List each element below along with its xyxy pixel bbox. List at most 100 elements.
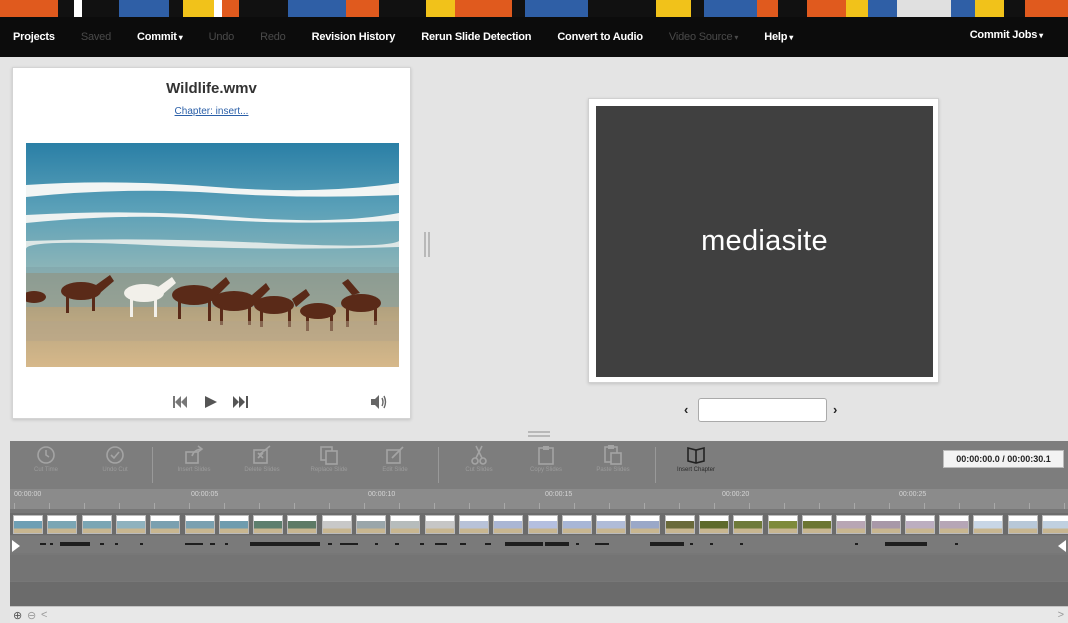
slide-thumbnail[interactable] <box>458 515 489 534</box>
ruler-tick <box>294 503 295 509</box>
stripe-segment <box>807 0 847 17</box>
caret-down-icon: ▾ <box>178 33 183 42</box>
video-title: Wildlife.wmv <box>166 80 257 97</box>
delete-slides-button[interactable]: Delete Slides <box>234 444 290 474</box>
menu-revision-history[interactable]: Revision History <box>299 31 409 43</box>
slide-thumbnail[interactable] <box>767 515 798 534</box>
cut-slides-button[interactable]: Cut Slides <box>451 444 507 474</box>
cut-time-button[interactable]: Cut Time <box>18 444 74 474</box>
undo-cut-button[interactable]: Undo Cut <box>87 444 143 474</box>
play-icon[interactable] <box>202 393 220 411</box>
edit-slide-button[interactable]: Edit Slide <box>367 444 423 474</box>
volume-icon[interactable] <box>369 393 389 411</box>
slide-text: mediasite <box>701 225 828 257</box>
timeline-scrollbar[interactable]: ⊕ ⊖ < > <box>10 606 1068 623</box>
slide-thumbnail[interactable] <box>904 515 935 534</box>
slide-thumbnail[interactable] <box>870 515 901 534</box>
stripe-segment <box>221 0 240 17</box>
slide-thumbnail[interactable] <box>150 515 181 534</box>
slide-thumbnail[interactable] <box>973 515 1004 534</box>
slide-thumbnail[interactable] <box>184 515 215 534</box>
slide-thumbnail[interactable] <box>287 515 318 534</box>
ruler-tick-label: 00:00:10 <box>368 491 396 498</box>
slide-thumbnail[interactable] <box>1007 515 1038 534</box>
timeline-ruler[interactable]: 00:00:00 00:00:05 00:00:10 00:00:15 00:00:20… <box>10 489 1068 509</box>
next-slide-button[interactable]: › <box>833 402 837 417</box>
slide-thumbnail[interactable] <box>356 515 386 534</box>
insert-slides-button[interactable]: Insert Slides <box>166 444 222 474</box>
menu-commit[interactable]: Commit ▾ <box>124 31 196 43</box>
panel-splitter-vertical[interactable] <box>424 232 430 257</box>
copy-slides-button[interactable]: Copy Slides <box>518 444 574 474</box>
ruler-tick <box>539 503 540 509</box>
zoom-in-icon[interactable]: ⊕ <box>13 609 22 622</box>
slide-thumbnail[interactable] <box>390 515 421 534</box>
toolbar-separator <box>438 447 439 483</box>
caret-down-icon: ▾ <box>789 33 794 42</box>
menu-help[interactable]: Help ▾ <box>751 31 806 43</box>
slide-thumbnail[interactable] <box>424 515 455 534</box>
timeline-track[interactable] <box>10 555 1068 581</box>
slide-thumbnail[interactable] <box>699 515 729 534</box>
stripe-segment <box>426 0 456 17</box>
end-marker[interactable] <box>1058 540 1066 552</box>
slide-preview: mediasite <box>596 106 933 377</box>
scroll-right-icon[interactable]: > <box>1058 609 1064 621</box>
insert-chapter-button[interactable]: Insert Chapter <box>668 444 724 474</box>
waveform-segment <box>140 543 143 545</box>
slide-thumbnail[interactable] <box>218 515 249 534</box>
waveform-segment <box>185 543 203 545</box>
scroll-left-icon[interactable]: < <box>41 609 47 621</box>
replace-slide-button[interactable]: Replace Slide <box>301 444 357 474</box>
share-icon <box>185 445 204 464</box>
slide-thumbnail[interactable] <box>733 515 764 534</box>
insert-chapter-label: Insert Chapter <box>676 467 716 473</box>
playhead-marker[interactable] <box>12 540 20 552</box>
ruler-tick <box>434 503 435 509</box>
stripe-segment <box>346 0 380 17</box>
video-panel: Wildlife.wmv Chapter: insert... <box>12 67 411 419</box>
slide-thumbnail[interactable] <box>664 515 695 534</box>
slide-filmstrip[interactable] <box>10 513 1068 535</box>
menu-rerun-slide-detection[interactable]: Rerun Slide Detection <box>408 31 544 43</box>
slide-thumbnail[interactable] <box>47 515 78 534</box>
slide-thumbnail[interactable] <box>13 515 43 534</box>
slide-thumbnail[interactable] <box>596 515 627 534</box>
stripe-segment <box>525 0 588 17</box>
slide-thumbnail[interactable] <box>836 515 867 534</box>
stripe-segment <box>587 0 656 17</box>
zoom-out-icon[interactable]: ⊖ <box>27 609 36 622</box>
skip-back-icon[interactable] <box>171 393 189 411</box>
slide-thumbnail[interactable] <box>321 515 352 534</box>
skip-forward-icon[interactable] <box>231 393 251 411</box>
slide-thumbnail[interactable] <box>630 515 661 534</box>
paste-slides-button[interactable]: Paste Slides <box>585 444 641 474</box>
slide-thumbnail[interactable] <box>115 515 146 534</box>
stripe-segment <box>0 0 59 17</box>
slide-thumbnail[interactable] <box>1042 515 1068 534</box>
slide-panel: mediasite <box>588 98 939 383</box>
timeline-track[interactable] <box>10 582 1068 606</box>
stripe-segment <box>1003 0 1026 17</box>
menu-projects[interactable]: Projects <box>0 31 68 43</box>
ruler-tick <box>154 503 155 509</box>
ruler-tick <box>399 503 400 509</box>
waveform-segment <box>485 543 491 545</box>
menu-convert-to-audio[interactable]: Convert to Audio <box>544 31 656 43</box>
slide-thumbnail[interactable] <box>801 515 832 534</box>
slide-thumbnail[interactable] <box>939 515 970 534</box>
menu-commit-jobs[interactable]: Commit Jobs ▾ <box>957 29 1056 41</box>
slide-thumbnail[interactable] <box>253 515 284 534</box>
chapter-insert-link[interactable]: Chapter: insert... <box>13 106 410 117</box>
ruler-tick <box>1064 503 1065 509</box>
slide-thumbnail[interactable] <box>81 515 112 534</box>
slide-thumbnail[interactable] <box>561 515 592 534</box>
panel-splitter-horizontal[interactable] <box>528 431 550 437</box>
ruler-tick <box>749 503 750 509</box>
slide-number-input[interactable] <box>698 398 827 422</box>
slide-thumbnail[interactable] <box>527 515 558 534</box>
slide-thumbnail[interactable] <box>493 515 524 534</box>
video-frame[interactable] <box>26 143 399 367</box>
previous-slide-button[interactable]: ‹ <box>684 402 688 417</box>
audio-waveform-track[interactable] <box>10 536 1068 553</box>
